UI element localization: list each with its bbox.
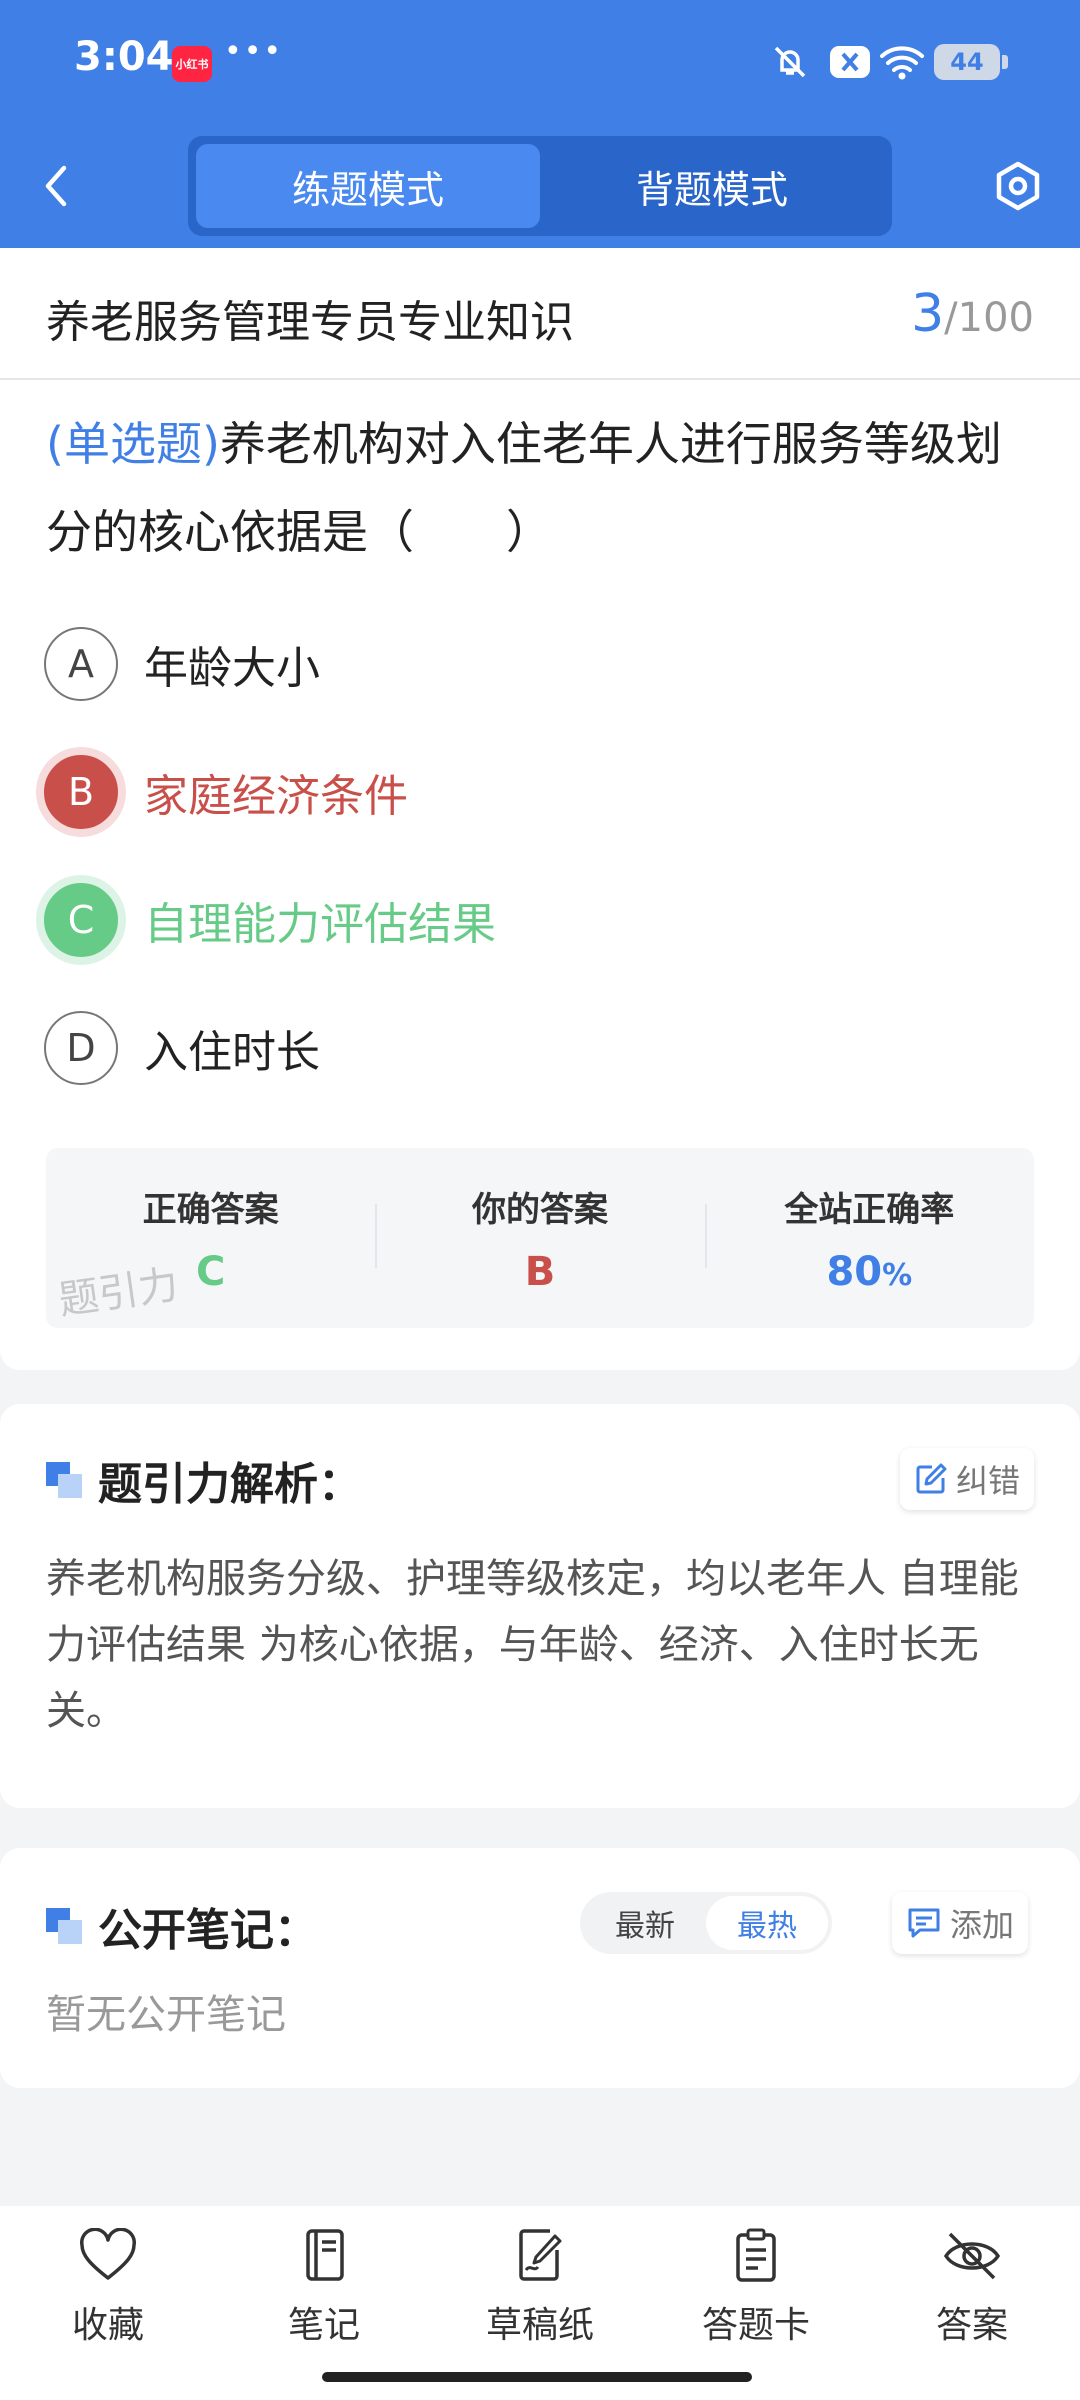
option-letter: D <box>44 1011 118 1085</box>
stat-label: 正确答案 <box>142 1190 279 1230</box>
notes-sort-switch: 最新 最热 <box>580 1892 832 1954</box>
analysis-title: 题引力解析： <box>98 1459 362 1510</box>
toolbar-label: 答题卡 <box>701 2305 810 2346</box>
answer-sheet-icon <box>736 2228 776 2282</box>
back-button[interactable] <box>40 156 88 216</box>
top-header: 3:04 小红书 ••• 44 练题模式 背题模式 <box>0 0 1080 248</box>
status-bar: 3:04 小红书 ••• 44 <box>0 0 1080 124</box>
answer-stats: 正确答案 C 你的答案 B 全站正确率 80% <box>46 1148 1034 1328</box>
notes-heading: 公开笔记： <box>46 1894 318 1958</box>
option-letter: B <box>44 755 118 829</box>
bottom-toolbar: 收藏 笔记 草稿纸 答题卡 答案 <box>0 2206 1080 2400</box>
stat-your-answer: 你的答案 B <box>375 1148 704 1328</box>
wifi-icon <box>878 40 926 84</box>
add-note-label: 添加 <box>950 1906 1015 1944</box>
analysis-heading: 题引力解析： <box>46 1448 362 1512</box>
total-count: /100 <box>944 295 1034 341</box>
more-notifications-icon: ••• <box>224 34 284 69</box>
edit-icon <box>916 1463 947 1494</box>
sort-hottest[interactable]: 最热 <box>706 1896 828 1950</box>
question-type: (单选题) <box>46 417 220 471</box>
close-box-icon <box>828 40 872 84</box>
battery-icon: 44 <box>934 44 1008 80</box>
tab-memorize-mode[interactable]: 背题模式 <box>540 144 884 228</box>
accuracy-unit: % <box>882 1258 913 1293</box>
empty-notes-text: 暂无公开笔记 <box>46 1992 286 2038</box>
question-progress: 3/100 <box>911 284 1034 344</box>
toolbar-label: 笔记 <box>287 2305 360 2346</box>
report-error-label: 纠错 <box>956 1462 1021 1500</box>
add-note-button[interactable]: 添加 <box>892 1892 1029 1954</box>
toolbar-label: 答案 <box>935 2305 1008 2346</box>
option-letter: C <box>44 883 118 957</box>
notebook-icon <box>306 2229 344 2281</box>
toolbar-draft[interactable]: 草稿纸 <box>432 2206 648 2400</box>
mode-switch: 练题模式 背题模式 <box>188 136 892 236</box>
toolbar-label: 收藏 <box>71 2305 144 2346</box>
option-text: 年龄大小 <box>144 643 320 694</box>
draft-icon <box>519 2229 562 2281</box>
section-square-icon <box>46 1462 82 1498</box>
chevron-left-icon <box>45 165 67 207</box>
heart-icon <box>80 2228 136 2280</box>
toolbar-show-answer[interactable]: 答案 <box>864 2206 1080 2400</box>
toolbar-favorite[interactable]: 收藏 <box>0 2206 216 2400</box>
settings-button[interactable] <box>990 156 1046 216</box>
stat-label: 全站正确率 <box>784 1190 955 1230</box>
option-a[interactable]: A 年龄大小 <box>44 626 320 702</box>
subject-title: 养老服务管理专员专业知识 <box>46 297 574 348</box>
option-b[interactable]: B 家庭经济条件 <box>44 754 408 830</box>
stat-label: 你的答案 <box>471 1190 608 1230</box>
eye-off-icon <box>943 2232 1001 2280</box>
question-stem: (单选题)养老机构对入住老年人进行服务等级划分的核心依据是（ ） <box>46 400 1036 576</box>
toolbar-label: 草稿纸 <box>485 2305 594 2346</box>
option-c[interactable]: C 自理能力评估结果 <box>44 882 496 958</box>
report-error-button[interactable]: 纠错 <box>900 1448 1035 1510</box>
accuracy-number: 80 <box>826 1249 883 1295</box>
bell-off-icon <box>770 40 810 84</box>
accuracy-value: 80% <box>705 1249 1034 1295</box>
notes-title: 公开笔记： <box>98 1905 318 1956</box>
tab-practice-mode[interactable]: 练题模式 <box>196 144 540 228</box>
option-text: 入住时长 <box>144 1027 320 1078</box>
home-indicator[interactable] <box>322 2372 752 2382</box>
analysis-text: 养老机构服务分级、护理等级核定，均以老年人 自理能力评估结果 为核心依据，与年龄… <box>46 1556 1019 1734</box>
notes-card <box>0 1848 1080 2088</box>
option-text: 自理能力评估结果 <box>144 899 496 950</box>
current-index: 3 <box>911 284 945 344</box>
app-badge-icon: 小红书 <box>172 46 212 82</box>
section-square-icon <box>46 1908 82 1944</box>
option-letter: A <box>44 627 118 701</box>
option-d[interactable]: D 入住时长 <box>44 1010 320 1086</box>
your-answer-value: B <box>524 1249 556 1295</box>
status-time: 3:04 <box>74 34 174 80</box>
option-text: 家庭经济条件 <box>144 771 408 822</box>
toolbar-answer-sheet[interactable]: 答题卡 <box>648 2206 864 2400</box>
toolbar-notes[interactable]: 笔记 <box>216 2206 432 2400</box>
stat-accuracy-rate: 全站正确率 80% <box>704 1148 1034 1328</box>
hexagon-settings-icon <box>996 161 1040 211</box>
comment-icon <box>908 1908 940 1938</box>
sort-latest[interactable]: 最新 <box>584 1896 706 1950</box>
divider <box>0 378 1080 380</box>
